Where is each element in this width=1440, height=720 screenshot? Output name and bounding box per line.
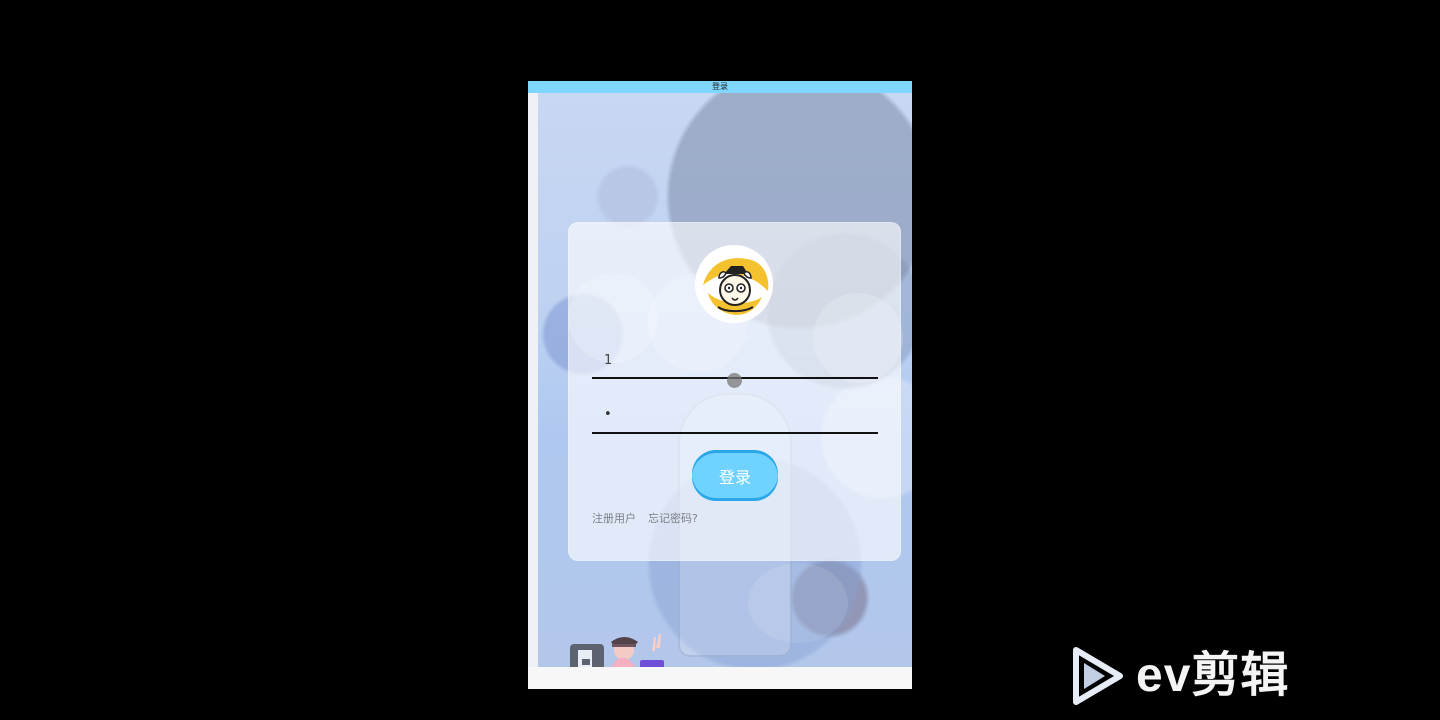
ev-watermark-text: ev剪辑 <box>1136 649 1290 702</box>
background-scene: • 登录 注册用户 忘记密码? <box>538 93 912 675</box>
bottom-bar <box>528 667 912 689</box>
login-card: • 登录 注册用户 忘记密码? <box>568 222 901 561</box>
cartoon-avatar-icon <box>695 245 773 323</box>
ev-watermark: ev剪辑 <box>1070 646 1289 706</box>
left-strip <box>528 93 538 677</box>
password-field[interactable]: • <box>592 399 878 435</box>
register-user-link[interactable]: 注册用户 <box>592 510 636 526</box>
ev-play-logo-icon <box>1070 646 1126 706</box>
window-title: 登录 <box>712 82 728 91</box>
password-input[interactable] <box>592 399 878 434</box>
drag-handle-dot[interactable] <box>727 373 742 388</box>
auth-links: 注册用户 忘记密码? <box>592 510 698 526</box>
forgot-password-link[interactable]: 忘记密码? <box>648 510 698 526</box>
login-app-window: 登录 1 • 登录 注册用户 忘记密码? <box>528 81 912 689</box>
login-button[interactable]: 登录 <box>692 450 778 501</box>
window-titlebar: 登录 <box>528 81 912 93</box>
